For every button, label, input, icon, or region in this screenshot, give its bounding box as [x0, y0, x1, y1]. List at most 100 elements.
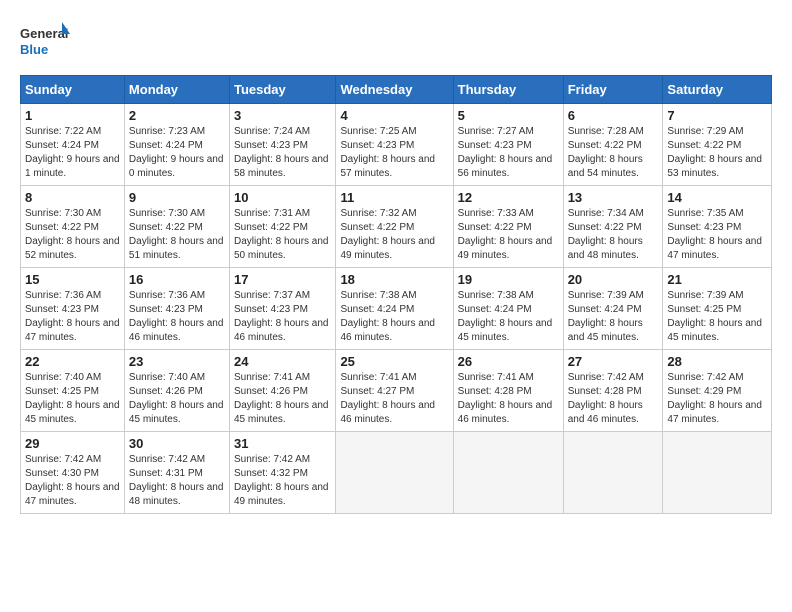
day-number: 31: [234, 436, 331, 451]
day-cell: 6 Sunrise: 7:28 AMSunset: 4:22 PMDayligh…: [563, 104, 663, 186]
day-info: Sunrise: 7:42 AMSunset: 4:28 PMDaylight:…: [568, 372, 644, 425]
day-info: Sunrise: 7:29 AMSunset: 4:22 PMDaylight:…: [667, 126, 762, 179]
day-info: Sunrise: 7:33 AMSunset: 4:22 PMDaylight:…: [458, 208, 553, 261]
day-info: Sunrise: 7:36 AMSunset: 4:23 PMDaylight:…: [129, 290, 224, 343]
day-info: Sunrise: 7:36 AMSunset: 4:23 PMDaylight:…: [25, 290, 120, 343]
day-cell: [336, 432, 453, 514]
day-cell: 16 Sunrise: 7:36 AMSunset: 4:23 PMDaylig…: [124, 268, 229, 350]
day-number: 21: [667, 272, 767, 287]
day-number: 23: [129, 354, 225, 369]
day-cell: 9 Sunrise: 7:30 AMSunset: 4:22 PMDayligh…: [124, 186, 229, 268]
day-number: 1: [25, 108, 120, 123]
day-number: 18: [340, 272, 448, 287]
day-info: Sunrise: 7:22 AMSunset: 4:24 PMDaylight:…: [25, 126, 120, 179]
header-day-saturday: Saturday: [663, 76, 772, 104]
day-info: Sunrise: 7:23 AMSunset: 4:24 PMDaylight:…: [129, 126, 224, 179]
day-number: 8: [25, 190, 120, 205]
day-number: 15: [25, 272, 120, 287]
day-number: 13: [568, 190, 659, 205]
day-cell: 17 Sunrise: 7:37 AMSunset: 4:23 PMDaylig…: [229, 268, 335, 350]
day-cell: 1 Sunrise: 7:22 AMSunset: 4:24 PMDayligh…: [21, 104, 125, 186]
day-number: 29: [25, 436, 120, 451]
day-info: Sunrise: 7:40 AMSunset: 4:25 PMDaylight:…: [25, 372, 120, 425]
day-number: 20: [568, 272, 659, 287]
day-cell: 31 Sunrise: 7:42 AMSunset: 4:32 PMDaylig…: [229, 432, 335, 514]
day-number: 22: [25, 354, 120, 369]
day-number: 3: [234, 108, 331, 123]
day-info: Sunrise: 7:39 AMSunset: 4:25 PMDaylight:…: [667, 290, 762, 343]
day-info: Sunrise: 7:41 AMSunset: 4:27 PMDaylight:…: [340, 372, 435, 425]
day-number: 16: [129, 272, 225, 287]
day-number: 10: [234, 190, 331, 205]
logo-svg: General Blue: [20, 20, 70, 65]
day-cell: 29 Sunrise: 7:42 AMSunset: 4:30 PMDaylig…: [21, 432, 125, 514]
day-cell: 5 Sunrise: 7:27 AMSunset: 4:23 PMDayligh…: [453, 104, 563, 186]
day-number: 11: [340, 190, 448, 205]
day-cell: 10 Sunrise: 7:31 AMSunset: 4:22 PMDaylig…: [229, 186, 335, 268]
day-info: Sunrise: 7:39 AMSunset: 4:24 PMDaylight:…: [568, 290, 644, 343]
day-info: Sunrise: 7:42 AMSunset: 4:32 PMDaylight:…: [234, 454, 329, 507]
day-info: Sunrise: 7:32 AMSunset: 4:22 PMDaylight:…: [340, 208, 435, 261]
day-info: Sunrise: 7:35 AMSunset: 4:23 PMDaylight:…: [667, 208, 762, 261]
day-cell: 26 Sunrise: 7:41 AMSunset: 4:28 PMDaylig…: [453, 350, 563, 432]
day-info: Sunrise: 7:30 AMSunset: 4:22 PMDaylight:…: [129, 208, 224, 261]
day-number: 4: [340, 108, 448, 123]
header-day-friday: Friday: [563, 76, 663, 104]
day-number: 17: [234, 272, 331, 287]
day-info: Sunrise: 7:30 AMSunset: 4:22 PMDaylight:…: [25, 208, 120, 261]
day-cell: 24 Sunrise: 7:41 AMSunset: 4:26 PMDaylig…: [229, 350, 335, 432]
day-number: 14: [667, 190, 767, 205]
day-number: 30: [129, 436, 225, 451]
header: General Blue: [20, 20, 772, 65]
day-cell: 28 Sunrise: 7:42 AMSunset: 4:29 PMDaylig…: [663, 350, 772, 432]
day-info: Sunrise: 7:25 AMSunset: 4:23 PMDaylight:…: [340, 126, 435, 179]
day-cell: [453, 432, 563, 514]
day-number: 2: [129, 108, 225, 123]
header-day-monday: Monday: [124, 76, 229, 104]
day-number: 28: [667, 354, 767, 369]
day-cell: 3 Sunrise: 7:24 AMSunset: 4:23 PMDayligh…: [229, 104, 335, 186]
day-info: Sunrise: 7:27 AMSunset: 4:23 PMDaylight:…: [458, 126, 553, 179]
day-info: Sunrise: 7:38 AMSunset: 4:24 PMDaylight:…: [458, 290, 553, 343]
day-number: 7: [667, 108, 767, 123]
day-cell: 19 Sunrise: 7:38 AMSunset: 4:24 PMDaylig…: [453, 268, 563, 350]
day-info: Sunrise: 7:31 AMSunset: 4:22 PMDaylight:…: [234, 208, 329, 261]
week-row-5: 29 Sunrise: 7:42 AMSunset: 4:30 PMDaylig…: [21, 432, 772, 514]
day-number: 6: [568, 108, 659, 123]
day-cell: 11 Sunrise: 7:32 AMSunset: 4:22 PMDaylig…: [336, 186, 453, 268]
day-info: Sunrise: 7:42 AMSunset: 4:31 PMDaylight:…: [129, 454, 224, 507]
day-number: 12: [458, 190, 559, 205]
day-cell: 23 Sunrise: 7:40 AMSunset: 4:26 PMDaylig…: [124, 350, 229, 432]
day-info: Sunrise: 7:41 AMSunset: 4:28 PMDaylight:…: [458, 372, 553, 425]
day-info: Sunrise: 7:37 AMSunset: 4:23 PMDaylight:…: [234, 290, 329, 343]
day-cell: 25 Sunrise: 7:41 AMSunset: 4:27 PMDaylig…: [336, 350, 453, 432]
day-cell: [663, 432, 772, 514]
svg-text:General: General: [20, 26, 68, 41]
day-number: 27: [568, 354, 659, 369]
day-number: 19: [458, 272, 559, 287]
day-cell: 8 Sunrise: 7:30 AMSunset: 4:22 PMDayligh…: [21, 186, 125, 268]
day-number: 25: [340, 354, 448, 369]
day-number: 24: [234, 354, 331, 369]
day-info: Sunrise: 7:24 AMSunset: 4:23 PMDaylight:…: [234, 126, 329, 179]
day-cell: 2 Sunrise: 7:23 AMSunset: 4:24 PMDayligh…: [124, 104, 229, 186]
day-cell: [563, 432, 663, 514]
day-cell: 4 Sunrise: 7:25 AMSunset: 4:23 PMDayligh…: [336, 104, 453, 186]
week-row-3: 15 Sunrise: 7:36 AMSunset: 4:23 PMDaylig…: [21, 268, 772, 350]
day-info: Sunrise: 7:38 AMSunset: 4:24 PMDaylight:…: [340, 290, 435, 343]
day-number: 26: [458, 354, 559, 369]
day-number: 9: [129, 190, 225, 205]
day-info: Sunrise: 7:42 AMSunset: 4:30 PMDaylight:…: [25, 454, 120, 507]
day-info: Sunrise: 7:28 AMSunset: 4:22 PMDaylight:…: [568, 126, 644, 179]
day-info: Sunrise: 7:40 AMSunset: 4:26 PMDaylight:…: [129, 372, 224, 425]
day-cell: 20 Sunrise: 7:39 AMSunset: 4:24 PMDaylig…: [563, 268, 663, 350]
week-row-1: 1 Sunrise: 7:22 AMSunset: 4:24 PMDayligh…: [21, 104, 772, 186]
day-info: Sunrise: 7:42 AMSunset: 4:29 PMDaylight:…: [667, 372, 762, 425]
day-cell: 13 Sunrise: 7:34 AMSunset: 4:22 PMDaylig…: [563, 186, 663, 268]
day-cell: 7 Sunrise: 7:29 AMSunset: 4:22 PMDayligh…: [663, 104, 772, 186]
header-day-wednesday: Wednesday: [336, 76, 453, 104]
day-cell: 15 Sunrise: 7:36 AMSunset: 4:23 PMDaylig…: [21, 268, 125, 350]
day-cell: 18 Sunrise: 7:38 AMSunset: 4:24 PMDaylig…: [336, 268, 453, 350]
calendar-table: SundayMondayTuesdayWednesdayThursdayFrid…: [20, 75, 772, 514]
day-info: Sunrise: 7:34 AMSunset: 4:22 PMDaylight:…: [568, 208, 644, 261]
